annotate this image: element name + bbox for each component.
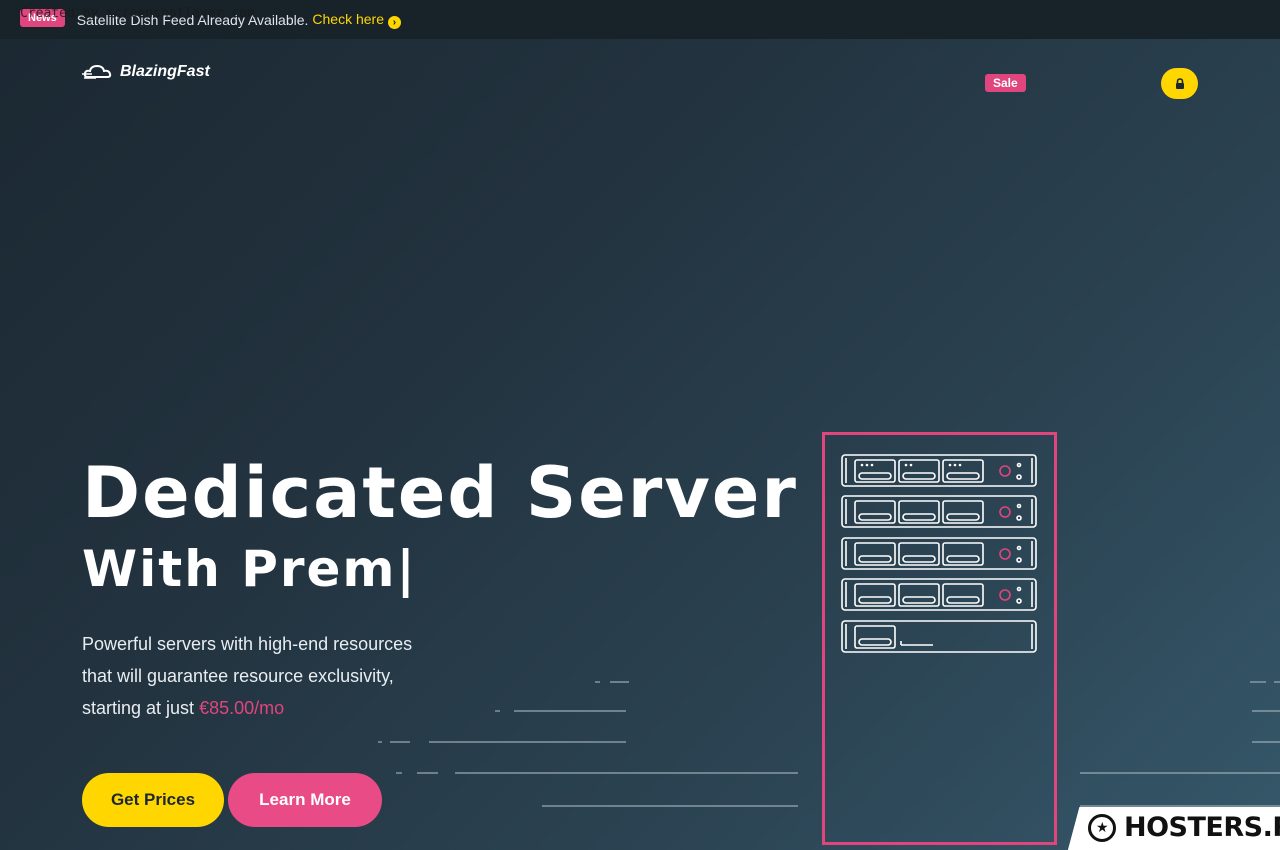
learn-more-button[interactable]: Learn More (228, 773, 382, 827)
news-bar: News Satellite Dish Feed Already Availab… (0, 0, 1280, 39)
starting-price: €85.00/mo (199, 698, 285, 718)
hero-subtitle: With Prem| (82, 540, 417, 598)
server-rack-illustration (822, 432, 1057, 845)
hero-desc-line-3: starting at just €85.00/mo (82, 692, 482, 724)
sale-badge[interactable]: Sale (985, 74, 1026, 92)
logo[interactable]: BlazingFast (82, 62, 210, 82)
hosters-badge-text: HOSTERS.RU (1124, 812, 1280, 843)
check-here-link[interactable]: Check here › (312, 10, 401, 29)
price-prefix: starting at just (82, 698, 195, 718)
hero-desc-line-2: that will guarantee resource exclusivity… (82, 666, 394, 686)
lock-icon (1175, 77, 1184, 89)
arrow-circle-right-icon: › (387, 15, 401, 29)
hero-desc-line-1: Powerful servers with high-end resources (82, 634, 413, 654)
news-badge: News (20, 8, 65, 27)
check-here-label: Check here (312, 10, 384, 27)
logo-text: BlazingFast (120, 63, 210, 80)
star-chat-icon: ★ (1088, 813, 1116, 842)
get-prices-button[interactable]: Get Prices (82, 773, 224, 827)
hero-title: Dedicated Server (82, 452, 798, 534)
news-message: Satellite Dish Feed Already Available. (76, 11, 309, 28)
client-area-button[interactable] (1161, 68, 1198, 99)
server-rack-icon (841, 454, 1037, 653)
hosters-badge[interactable]: ★ HOSTERS.RU (1088, 812, 1280, 843)
hero-description: Powerful servers with high-end resources… (82, 628, 482, 724)
cloud-logo-icon (82, 64, 112, 79)
